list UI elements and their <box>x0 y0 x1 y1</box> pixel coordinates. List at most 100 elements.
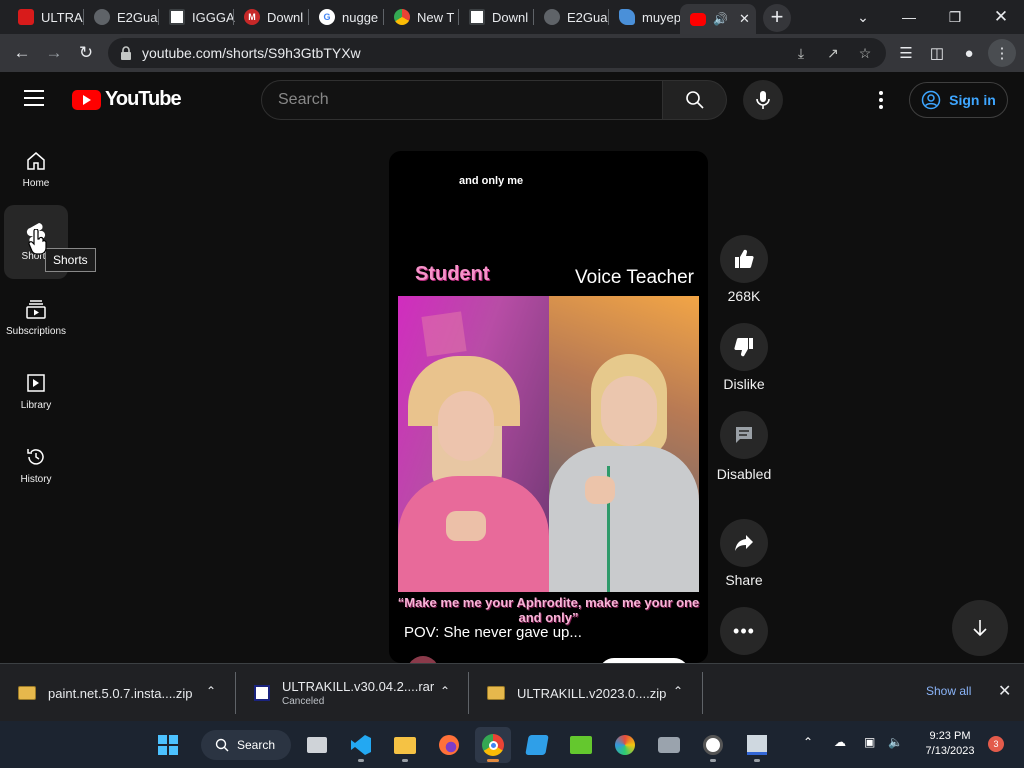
like-button[interactable] <box>720 235 768 283</box>
profile-icon[interactable]: ● <box>955 39 983 67</box>
shorts-video-player[interactable]: and only me Student Voice Teacher “Make … <box>389 151 708 663</box>
taskbar-camera[interactable] <box>651 727 687 763</box>
network-icon[interactable]: ▣ <box>864 735 875 749</box>
onedrive-icon[interactable]: ☁ <box>834 735 846 749</box>
new-tab-button[interactable]: + <box>763 4 791 32</box>
chevron-up-icon[interactable]: ⌃ <box>206 684 216 698</box>
download-item[interactable]: ULTRAKILL.v2023.0....zip <box>469 664 701 722</box>
microphone-icon <box>756 91 770 109</box>
tab-search-chevron-icon[interactable]: ⌄ <box>840 0 886 34</box>
close-window-button[interactable]: ✕ <box>978 0 1024 34</box>
volume-icon[interactable]: 🔈 <box>888 735 903 749</box>
taskbar-vscode[interactable] <box>343 727 379 763</box>
share-icon[interactable]: ↗ <box>820 43 846 63</box>
taskbar-chrome[interactable] <box>475 727 511 763</box>
more-horizontal-icon: ••• <box>733 620 755 641</box>
minimize-button[interactable]: — <box>886 0 932 34</box>
install-app-icon[interactable]: ⤓ <box>788 43 814 63</box>
tab-title: E2Gua <box>117 9 158 25</box>
notification-badge[interactable]: 3 <box>988 736 1004 752</box>
palette-icon <box>615 735 635 755</box>
search-button[interactable] <box>663 80 727 120</box>
taskbar-app-clock[interactable] <box>695 727 731 763</box>
chevron-up-icon[interactable]: ⌃ <box>440 684 450 698</box>
tab-download-2[interactable]: Downl <box>459 4 535 30</box>
taskbar-app-edit[interactable] <box>739 727 775 763</box>
share-button[interactable] <box>720 519 768 567</box>
address-bar[interactable]: youtube.com/shorts/S9h3GtbTYXw ⤓ ↗ ☆ <box>108 38 886 68</box>
task-view-button[interactable] <box>299 727 335 763</box>
tab-iggga[interactable]: IGGGA <box>159 4 235 30</box>
firefox-icon <box>439 735 459 755</box>
youtube-icon <box>690 12 706 26</box>
youtube-logo[interactable]: YouTube <box>72 88 182 111</box>
tab-muyep[interactable]: muyep <box>609 4 681 30</box>
back-button[interactable]: ← <box>8 39 36 67</box>
app-icon <box>703 735 723 755</box>
folder-icon <box>394 736 416 754</box>
maximize-button[interactable]: ❐ <box>932 0 978 34</box>
sign-in-button[interactable]: Sign in <box>909 82 1008 118</box>
reload-button[interactable]: ↻ <box>72 39 100 67</box>
sign-in-label: Sign in <box>949 92 996 108</box>
clock-date: 7/13/2023 <box>925 745 975 757</box>
tab-e2guardian-2[interactable]: E2Gua <box>534 4 610 30</box>
chevron-up-icon[interactable]: ⌃ <box>673 684 683 698</box>
tab-title: Downl <box>267 9 304 25</box>
tab-close-icon[interactable]: ✕ <box>739 11 750 27</box>
voice-search-button[interactable] <box>743 80 783 120</box>
bookmark-star-icon[interactable]: ☆ <box>852 43 878 63</box>
side-panel-icon[interactable]: ◫ <box>923 39 951 67</box>
chrome-menu-icon[interactable]: ⋮ <box>988 39 1016 67</box>
globe-icon <box>94 9 110 25</box>
search-box <box>261 80 663 120</box>
channel-avatar[interactable] <box>407 656 439 663</box>
media-queue-icon[interactable]: ☰ <box>892 39 920 67</box>
tab-ultra[interactable]: ULTRA <box>8 4 86 30</box>
tab-e2guardian[interactable]: E2Gua <box>84 4 160 30</box>
taskbar-file-explorer[interactable] <box>387 727 423 763</box>
sidebar-item-home[interactable]: Home <box>4 134 68 208</box>
youtube-header: YouTube Sign in <box>0 72 1024 128</box>
taskbar-app-blue[interactable] <box>519 727 555 763</box>
camera-icon <box>658 737 680 753</box>
speaker-icon[interactable]: 🔊 <box>713 12 728 26</box>
tab-google-search[interactable]: G nugge <box>309 4 385 30</box>
search-icon <box>215 738 229 752</box>
more-actions-button[interactable]: ••• <box>720 607 768 655</box>
tab-new-tab[interactable]: New T <box>384 4 460 30</box>
download-item[interactable]: paint.net.5.0.7.insta....zip <box>0 664 235 722</box>
windows-logo-icon <box>158 735 178 755</box>
dislike-button[interactable] <box>720 323 768 371</box>
browser-toolbar: ← → ↻ youtube.com/shorts/S9h3GtbTYXw ⤓ ↗… <box>0 34 1024 72</box>
taskbar-app-green[interactable] <box>563 727 599 763</box>
short-title[interactable]: POV: She never gave up... <box>404 624 582 641</box>
start-button[interactable] <box>150 727 186 763</box>
download-filename: paint.net.5.0.7.insta....zip <box>48 685 193 701</box>
close-downloads-bar-icon[interactable]: ✕ <box>998 681 1011 701</box>
sidebar-item-subscriptions[interactable]: Subscriptions <box>0 282 72 356</box>
taskbar-firefox[interactable] <box>431 727 467 763</box>
youtube-play-icon <box>72 89 101 110</box>
forward-button[interactable]: → <box>40 39 68 67</box>
hamburger-menu-icon[interactable] <box>24 90 44 106</box>
show-all-downloads-link[interactable]: Show all <box>926 684 971 698</box>
tab-mega-download[interactable]: M Downl <box>234 4 310 30</box>
video-frame-student <box>398 296 549 592</box>
sidebar-item-history[interactable]: History <box>4 430 68 504</box>
search-input[interactable] <box>278 91 662 109</box>
like-count: 268K <box>727 288 761 304</box>
next-video-button[interactable] <box>952 600 1008 656</box>
subscriptions-icon <box>26 300 46 319</box>
comments-button[interactable] <box>720 411 768 459</box>
taskbar-paint[interactable] <box>607 727 643 763</box>
tab-youtube-active[interactable]: 🔊 ✕ <box>680 4 756 34</box>
windows-taskbar: Search ⌃ ☁ ▣ 🔈 9:23 PM 7/13/2023 3 <box>0 721 1024 768</box>
settings-more-icon[interactable] <box>866 88 896 112</box>
lock-icon[interactable] <box>120 46 132 60</box>
sidebar-item-library[interactable]: Library <box>4 356 68 430</box>
taskbar-clock[interactable]: 9:23 PM 7/13/2023 <box>920 729 980 759</box>
tray-overflow-chevron-icon[interactable]: ⌃ <box>803 735 813 749</box>
taskbar-search[interactable]: Search <box>201 730 291 760</box>
download-item[interactable]: ULTRAKILL.v30.04.2....rar Canceled <box>236 664 468 722</box>
